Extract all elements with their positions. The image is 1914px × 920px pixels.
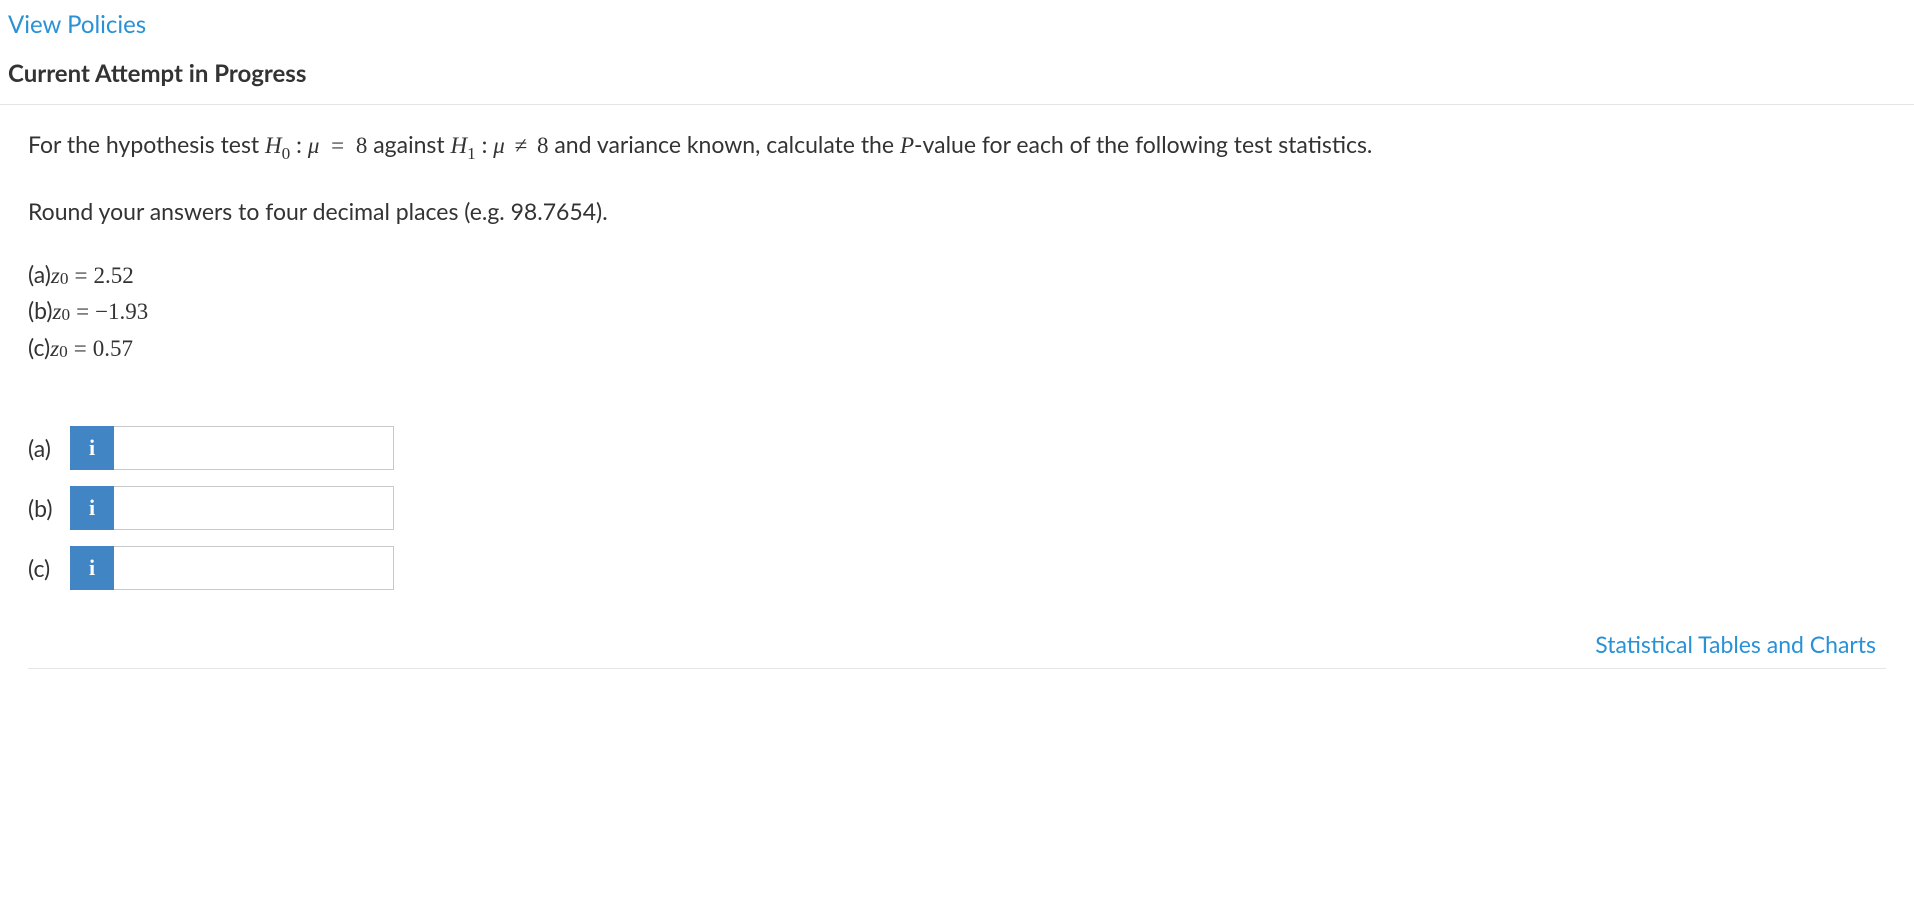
pvalue-p: P xyxy=(900,133,914,158)
colon-2: : xyxy=(476,130,494,158)
answer-row-c: (c) i xyxy=(28,546,1886,590)
answer-label-c: (c) xyxy=(28,554,70,582)
h1-subscript: 1 xyxy=(467,144,476,163)
answer-row-b: (b) i xyxy=(28,486,1886,530)
h0-symbol: H xyxy=(265,133,282,158)
stat-label: (b) xyxy=(28,293,53,328)
mu-2: μ xyxy=(493,133,505,158)
stat-row-c: (c) z0 = 0.57 xyxy=(28,330,1886,367)
h0-subscript: 0 xyxy=(282,144,291,163)
stat-label: (a) xyxy=(28,257,51,292)
info-icon[interactable]: i xyxy=(70,486,114,530)
prompt-text: For the hypothesis test H0 : μ = 8 again… xyxy=(28,127,1886,166)
stat-val: 2.52 xyxy=(93,259,133,294)
prompt-pre: For the hypothesis test xyxy=(28,130,265,158)
info-icon[interactable]: i xyxy=(70,426,114,470)
mu-1: μ xyxy=(308,133,320,158)
val-8b: 8 xyxy=(537,133,549,158)
val-8a: 8 xyxy=(356,133,368,158)
stat-eq: = xyxy=(68,332,93,367)
footer-link-container: Statistical Tables and Charts xyxy=(28,610,1886,669)
statistics-list: (a) z0 = 2.52 (b) z0 = −1.93 (c) z0 = 0.… xyxy=(28,257,1886,367)
against-text: against xyxy=(367,130,450,158)
z-sub: 0 xyxy=(59,339,68,365)
colon-1: : xyxy=(290,130,308,158)
stat-row-b: (b) z0 = −1.93 xyxy=(28,293,1886,330)
z-var: z xyxy=(50,332,59,367)
stat-tables-link[interactable]: Statistical Tables and Charts xyxy=(1595,630,1876,658)
answer-input-c[interactable] xyxy=(114,546,394,590)
stat-val: 0.57 xyxy=(93,332,133,367)
info-icon[interactable]: i xyxy=(70,546,114,590)
h1-symbol: H xyxy=(451,133,468,158)
eq-1: = xyxy=(319,133,355,158)
view-policies-link[interactable]: View Policies xyxy=(0,0,154,51)
z-sub: 0 xyxy=(60,266,69,292)
z-sub: 0 xyxy=(61,302,70,328)
neq-symbol: ≠ xyxy=(505,129,537,164)
answer-input-a[interactable] xyxy=(114,426,394,470)
answer-label-a: (a) xyxy=(28,434,70,462)
stat-row-a: (a) z0 = 2.52 xyxy=(28,257,1886,294)
z-var: z xyxy=(53,295,62,330)
stat-label: (c) xyxy=(28,330,50,365)
answer-input-b[interactable] xyxy=(114,486,394,530)
stat-val: −1.93 xyxy=(95,295,148,330)
prompt-post: and variance known, calculate the xyxy=(548,130,899,158)
round-instruction: Round your answers to four decimal place… xyxy=(28,194,1886,229)
stat-eq: = xyxy=(68,259,93,294)
attempt-heading: Current Attempt in Progress xyxy=(0,51,1914,105)
answer-label-b: (b) xyxy=(28,494,70,522)
question-content: For the hypothesis test H0 : μ = 8 again… xyxy=(0,105,1914,691)
answer-row-a: (a) i xyxy=(28,426,1886,470)
stat-eq: = xyxy=(70,295,95,330)
pvalue-rest: -value for each of the following test st… xyxy=(914,130,1372,158)
z-var: z xyxy=(51,259,60,294)
